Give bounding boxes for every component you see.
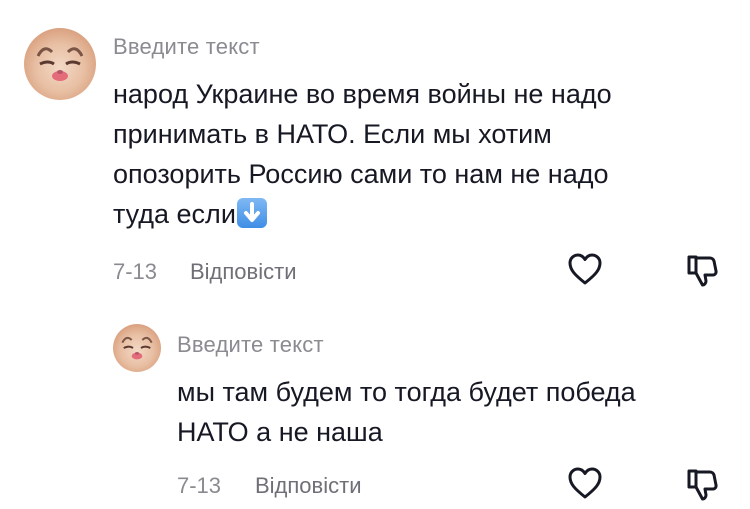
comment-text: народ Украине во время войны не надо при…: [113, 74, 733, 234]
reply-button[interactable]: Відповісти: [190, 259, 297, 285]
comment-username[interactable]: Введите текст: [177, 332, 324, 358]
comment-date: 7-13: [177, 473, 222, 498]
avatar[interactable]: [113, 324, 161, 372]
comment-2: Введите текст мы там будем то тогда буде…: [0, 300, 750, 509]
thumbs-down-outline-icon[interactable]: [684, 466, 720, 502]
comment-text: мы там будем то тогда будет победа НАТО …: [177, 377, 636, 447]
down-arrow-emoji-icon: [236, 198, 267, 228]
reply-button[interactable]: Відповісти: [255, 473, 362, 499]
comment-1: Введите текст народ Украине во время вой…: [0, 0, 750, 300]
kitten-face-image: [121, 336, 153, 360]
comment-text-body: народ Украине во время войны не надо при…: [113, 79, 612, 229]
comment-date: 7-13: [113, 259, 158, 284]
comment-username[interactable]: Введите текст: [113, 34, 260, 60]
avatar[interactable]: [24, 28, 96, 100]
thumbs-down-outline-icon[interactable]: [684, 252, 720, 288]
heart-outline-icon[interactable]: [567, 466, 603, 500]
heart-outline-icon[interactable]: [567, 252, 603, 286]
kitten-face-image: [36, 47, 84, 81]
